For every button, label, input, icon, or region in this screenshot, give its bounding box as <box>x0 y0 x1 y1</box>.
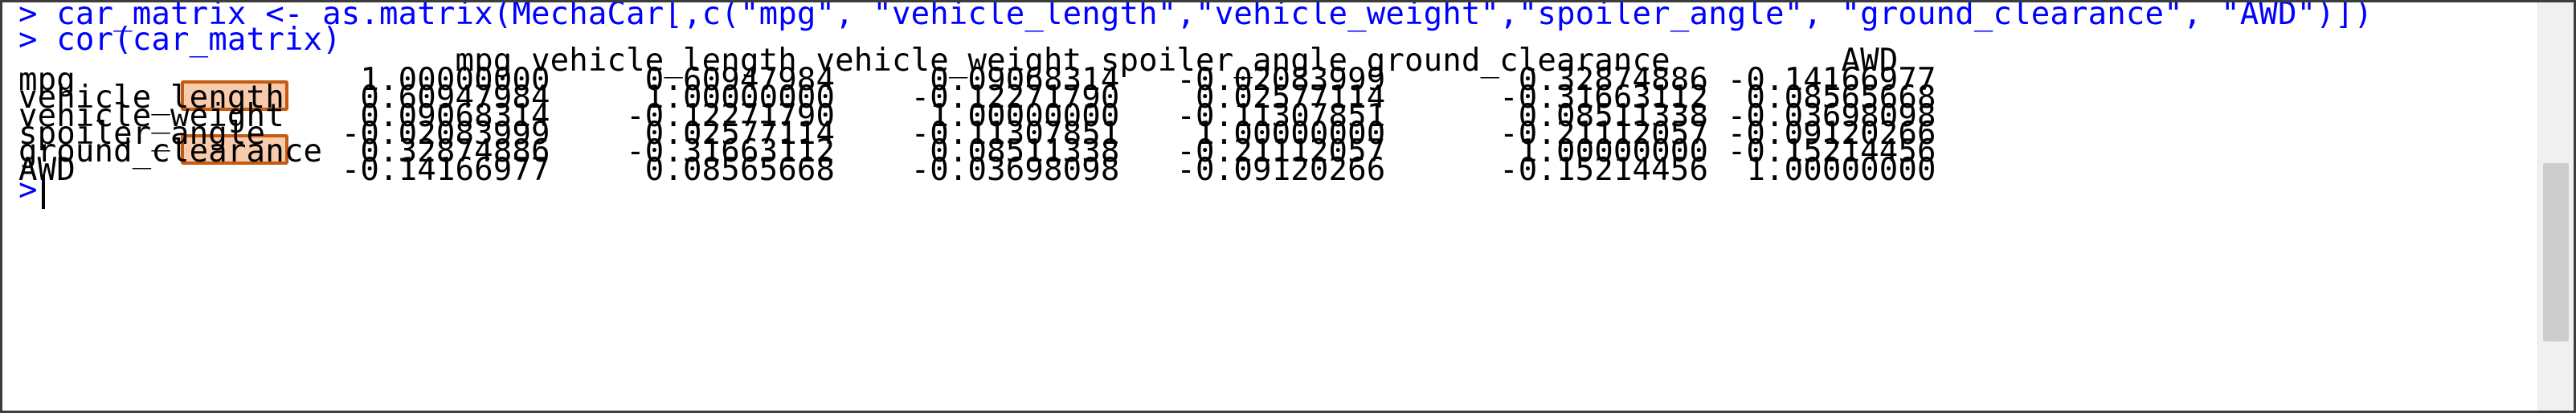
text-cursor <box>42 174 46 209</box>
scrollbar-thumb[interactable] <box>2543 163 2569 341</box>
prompt-symbol: > <box>18 172 38 208</box>
matrix-row-awd: AWD -0.14166977 0.08565668 -0.03698098 -… <box>18 152 1936 188</box>
console-output: > car_matrix <- as.matrix(MechaCar[,c("m… <box>18 2 2517 411</box>
vertical-scrollbar[interactable] <box>2537 2 2574 411</box>
command-line: > car_matrix <- as.matrix(MechaCar[,c("m… <box>18 2 2374 32</box>
input-line[interactable]: > <box>18 172 46 209</box>
r-console[interactable]: > car_matrix <- as.matrix(MechaCar[,c("m… <box>0 0 2576 413</box>
